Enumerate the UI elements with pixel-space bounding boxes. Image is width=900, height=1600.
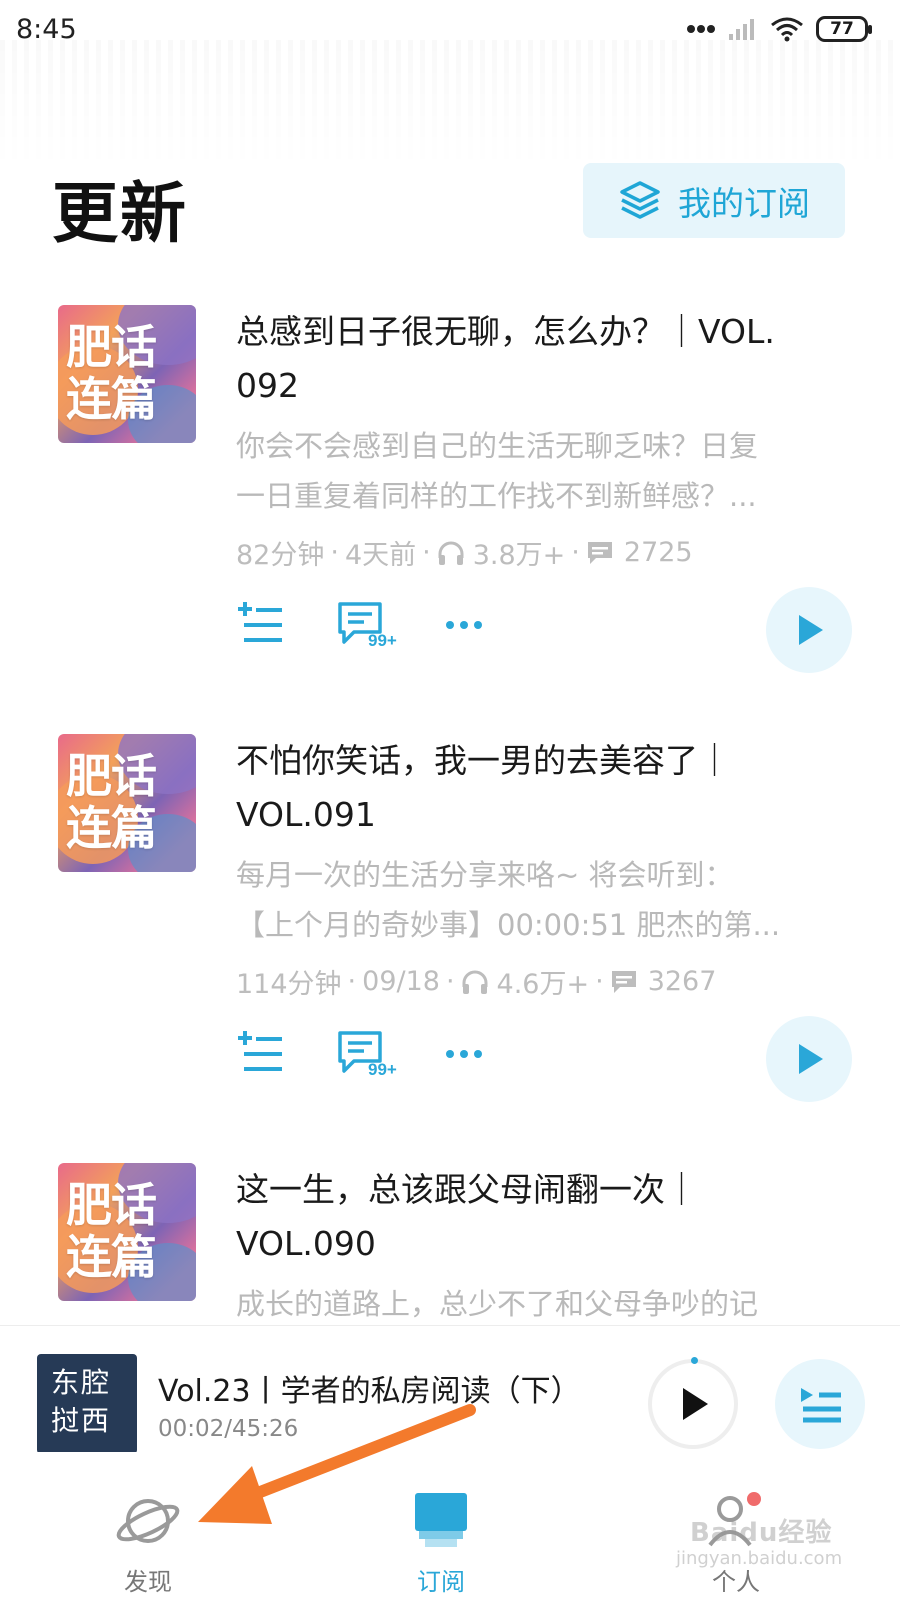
annotation-arrow-icon [198,1404,476,1524]
watermark-url: jingyan.baidu.com [676,1548,843,1569]
watermark-brand: Baidu经验 [690,1518,833,1548]
